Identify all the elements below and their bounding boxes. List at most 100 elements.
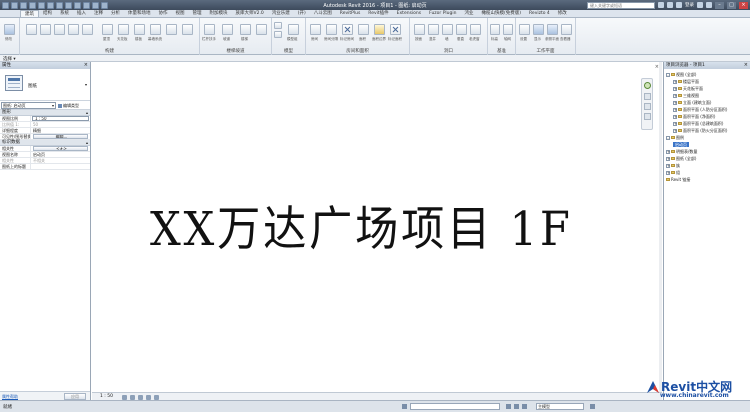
- type-selector[interactable]: 图纸 ▾: [0, 69, 90, 101]
- ribbon-tab-8[interactable]: 视图: [172, 10, 189, 17]
- curtain-system-icon[interactable]: [150, 24, 161, 35]
- browser-tree-item[interactable]: + 图纸 (全部): [666, 155, 749, 162]
- expand-icon[interactable]: +: [673, 87, 677, 91]
- ribbon-tab-14[interactable]: 八斗云图: [310, 10, 336, 17]
- wall-opening-icon[interactable]: [442, 24, 453, 35]
- stair-icon[interactable]: [240, 24, 251, 35]
- browser-tree-item[interactable]: + 面积平面 (人防分区面积): [666, 106, 749, 113]
- crop-view-icon[interactable]: [138, 394, 143, 400]
- ribbon-tab-3[interactable]: 插入: [73, 10, 90, 17]
- browser-tree-item[interactable]: 启动页: [666, 141, 749, 148]
- maximize-button[interactable]: □: [727, 1, 736, 9]
- expand-icon[interactable]: +: [666, 157, 670, 161]
- user-icon[interactable]: [676, 2, 682, 8]
- mullion-icon[interactable]: [182, 24, 193, 35]
- editable-only-icon[interactable]: [514, 404, 519, 409]
- component-icon[interactable]: [68, 24, 79, 35]
- browser-tree-item[interactable]: + 立面 (建筑立面): [666, 99, 749, 106]
- browser-tree-item[interactable]: + 面积平面 (总建筑面积): [666, 120, 749, 127]
- ribbon-tab-7[interactable]: 协作: [155, 10, 172, 17]
- instance-filter-dropdown[interactable]: 图纸: 启动页: [1, 102, 56, 109]
- expand-icon[interactable]: +: [673, 94, 677, 98]
- properties-section-header[interactable]: 图形: [0, 110, 90, 116]
- by-face-icon[interactable]: [414, 24, 425, 35]
- viewer-icon[interactable]: [561, 24, 572, 35]
- help-icon[interactable]: [706, 2, 712, 8]
- detail-level-icon[interactable]: [122, 394, 127, 400]
- browser-tree-item[interactable]: + 族: [666, 162, 749, 169]
- browser-tree-item[interactable]: + 面积平面 (净面积): [666, 113, 749, 120]
- browser-tree-item[interactable]: - 视图 (全部): [666, 71, 749, 78]
- grid-icon[interactable]: [503, 24, 513, 35]
- exchange-icon[interactable]: [697, 2, 703, 8]
- property-value[interactable]: 精细: [31, 128, 90, 133]
- collapse-icon[interactable]: -: [666, 136, 670, 140]
- browser-tree-item[interactable]: - 图例: [666, 134, 749, 141]
- ribbon-tab-10[interactable]: 附加模块: [206, 10, 232, 17]
- property-value[interactable]: [31, 164, 90, 169]
- room-separator-icon[interactable]: [326, 24, 337, 35]
- browser-tree-item[interactable]: + 明细表/数量: [666, 148, 749, 155]
- design-options-icon[interactable]: [506, 404, 511, 409]
- drawing-canvas[interactable]: XX万达广场项目 1F ×: [92, 62, 662, 392]
- ribbon-tab-4[interactable]: 注释: [90, 10, 107, 17]
- browser-tree-item[interactable]: + 楼层平面: [666, 78, 749, 85]
- model-group-icon[interactable]: [288, 24, 299, 35]
- area-icon[interactable]: [358, 24, 369, 35]
- expand-icon[interactable]: +: [673, 101, 677, 105]
- minimize-button[interactable]: –: [715, 1, 724, 9]
- ribbon-tab-1[interactable]: 结构: [39, 10, 56, 17]
- ribbon-tab-6[interactable]: 体量和场地: [124, 10, 155, 17]
- tag-area-icon[interactable]: [390, 24, 401, 35]
- filter-icon[interactable]: [590, 404, 595, 409]
- stair-by-component-icon[interactable]: [256, 24, 267, 35]
- ribbon-tab-19[interactable]: 鸿业: [460, 10, 477, 17]
- model-line-icon[interactable]: [274, 31, 282, 38]
- view-scale[interactable]: 1 : 50: [100, 394, 113, 399]
- railing-icon[interactable]: [204, 24, 215, 35]
- visual-style-icon[interactable]: [130, 394, 135, 400]
- curtain-grid-icon[interactable]: [166, 24, 177, 35]
- expand-icon[interactable]: +: [666, 164, 670, 168]
- hide-isolate-icon[interactable]: [146, 394, 151, 400]
- window-icon[interactable]: [54, 24, 65, 35]
- level-icon[interactable]: [490, 24, 500, 35]
- ribbon-tab-5[interactable]: 分析: [107, 10, 124, 17]
- expand-icon[interactable]: +: [673, 122, 677, 126]
- ribbon-tab-12[interactable]: 鸿业乐建: [268, 10, 294, 17]
- expand-icon[interactable]: +: [673, 80, 677, 84]
- model-text-icon[interactable]: [274, 22, 282, 29]
- expand-icon[interactable]: +: [666, 171, 670, 175]
- search-icon[interactable]: [658, 2, 664, 8]
- expand-icon[interactable]: +: [666, 150, 670, 154]
- browser-tree-item[interactable]: + 面积平面 (防火分区面积): [666, 127, 749, 134]
- expand-icon[interactable]: +: [673, 115, 677, 119]
- dormer-icon[interactable]: [470, 24, 481, 35]
- ribbon-tab-17[interactable]: Extensions: [393, 10, 425, 17]
- vertical-scrollbar[interactable]: [659, 62, 662, 392]
- subscription-icon[interactable]: [667, 2, 673, 8]
- ribbon-tab-9[interactable]: 管理: [189, 10, 206, 17]
- expand-icon[interactable]: +: [673, 129, 677, 133]
- property-value[interactable]: 1 : 50: [32, 116, 89, 121]
- room-icon[interactable]: [310, 24, 321, 35]
- ribbon-tab-18[interactable]: Fuzor Plugin: [425, 10, 460, 17]
- shaft-icon[interactable]: [428, 24, 439, 35]
- door-icon[interactable]: [40, 24, 51, 35]
- ref-plane-icon[interactable]: [547, 24, 558, 35]
- vertical-opening-icon[interactable]: [456, 24, 467, 35]
- design-option-dropdown[interactable]: 主模型: [536, 403, 584, 410]
- properties-close-icon[interactable]: ×: [84, 62, 88, 69]
- browser-tree-item[interactable]: + 天花板平面: [666, 85, 749, 92]
- ramp-icon[interactable]: [222, 24, 233, 35]
- browser-close-icon[interactable]: ×: [744, 62, 748, 69]
- ribbon-tab-16[interactable]: Revit插件: [364, 10, 392, 17]
- zoom-extents-icon[interactable]: [644, 113, 651, 120]
- pan-icon[interactable]: [644, 103, 651, 110]
- property-value[interactable]: 启动页: [31, 152, 90, 157]
- browser-tree-item[interactable]: + 组: [666, 169, 749, 176]
- ribbon-tab-20[interactable]: 橄榄山快模(免费版): [477, 10, 525, 17]
- close-button[interactable]: ×: [739, 1, 748, 9]
- roof-icon[interactable]: [102, 24, 113, 35]
- expand-icon[interactable]: +: [673, 108, 677, 112]
